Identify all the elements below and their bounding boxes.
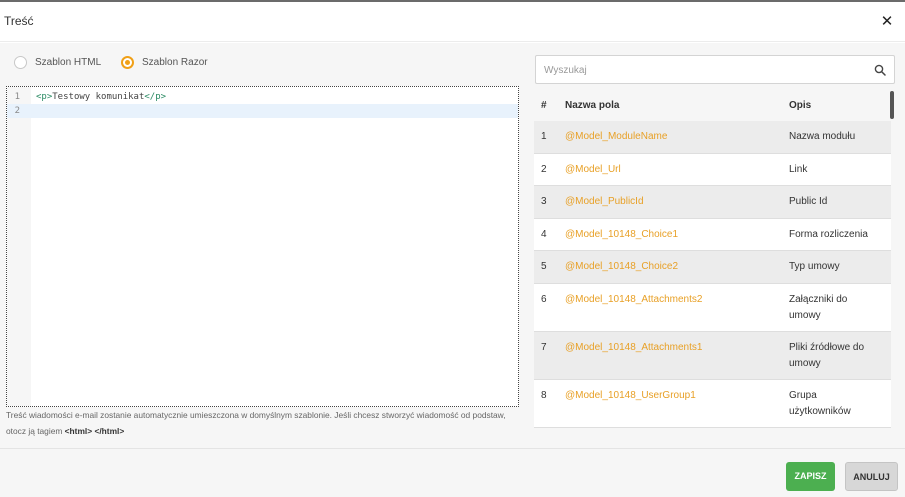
field-name[interactable]: @Model_Url: [565, 162, 621, 178]
table-row[interactable]: 4 @Model_10148_Choice1 Forma rozliczenia: [534, 219, 891, 251]
code-tag-close: </p>: [144, 92, 167, 102]
header-number: #: [541, 100, 547, 111]
search-icon[interactable]: [874, 64, 886, 76]
row-number: 2: [541, 164, 547, 175]
table-row[interactable]: 5 @Model_10148_Choice2 Typ umowy: [534, 251, 891, 284]
field-name[interactable]: @Model_10148_UserGroup1: [565, 388, 696, 404]
table-row[interactable]: 1 @Model_ModuleName Nazwa modułu: [534, 121, 891, 154]
dialog-body: Szablon HTML Szablon Razor 1 <p>Testowy …: [0, 43, 905, 448]
field-name[interactable]: @Model_10148_Attachments1: [565, 340, 702, 356]
field-description: Pliki źródłowe do umowy: [789, 342, 865, 369]
table-row[interactable]: 8 @Model_10148_UserGroup1 Grupa użytkown…: [534, 380, 891, 428]
fields-table: # Nazwa pola Opis 1 @Model_ModuleName Na…: [534, 90, 891, 432]
field-description: Forma rozliczenia: [789, 229, 868, 240]
radio-html-template[interactable]: Szablon HTML: [14, 56, 101, 69]
row-number: 5: [541, 261, 547, 272]
cancel-button[interactable]: ANULUJ: [845, 462, 898, 491]
table-row[interactable]: 2 @Model_Url Link: [534, 154, 891, 186]
field-name[interactable]: @Model_10148_Choice2: [565, 259, 678, 275]
radio-circle-razor[interactable]: [121, 56, 134, 69]
code-tag-open: <p>: [36, 92, 53, 102]
field-name[interactable]: @Model_PublicId: [565, 194, 644, 210]
code-editor[interactable]: 1 <p>Testowy komunikat</p> 2: [6, 86, 519, 407]
field-name[interactable]: @Model_10148_Attachments2: [565, 292, 702, 308]
dialog-header: Treść ✕: [0, 2, 905, 42]
radio-label-razor: Szablon Razor: [142, 57, 208, 68]
header-field-name: Nazwa pola: [565, 100, 620, 111]
search-input[interactable]: [544, 63, 864, 77]
dialog-footer: ZAPISZ ANULUJ: [0, 448, 905, 497]
radio-label-html: Szablon HTML: [35, 57, 102, 68]
search-box[interactable]: [535, 55, 895, 84]
code-content: Testowy komunikat: [52, 92, 145, 102]
field-description: Link: [789, 164, 808, 175]
field-description: Nazwa modułu: [789, 131, 856, 142]
table-header: # Nazwa pola Opis: [534, 90, 891, 121]
field-description: Grupa użytkowników: [789, 390, 851, 417]
field-description: Typ umowy: [789, 261, 840, 272]
radio-razor-template[interactable]: Szablon Razor: [121, 56, 208, 69]
code-line[interactable]: 1 <p>Testowy komunikat</p>: [7, 90, 518, 104]
hint-tags: <html> </html>: [64, 426, 125, 436]
field-name[interactable]: @Model_ModuleName: [565, 129, 667, 145]
row-number: 3: [541, 196, 547, 207]
row-number: 4: [541, 229, 547, 240]
table-row[interactable]: 3 @Model_PublicId Public Id: [534, 186, 891, 219]
close-icon[interactable]: ✕: [880, 14, 894, 29]
table-row[interactable]: 6 @Model_10148_Attachments2 Załączniki d…: [534, 284, 891, 332]
editor-gutter: [7, 87, 31, 406]
line-number: 1: [14, 92, 20, 102]
editor-hint: Treść wiadomości e-mail zostanie automat…: [6, 407, 521, 439]
dialog-title: Treść: [4, 14, 34, 28]
code-text: <p>Testowy komunikat</p>: [36, 90, 166, 104]
radio-circle-html[interactable]: [14, 56, 27, 69]
row-number: 8: [541, 390, 547, 401]
line-number: 2: [14, 106, 20, 116]
field-description: Załączniki do umowy: [789, 294, 848, 321]
save-button[interactable]: ZAPISZ: [786, 462, 835, 491]
row-number: 1: [541, 131, 547, 142]
code-line-active[interactable]: 2: [7, 104, 518, 118]
row-number: 7: [541, 342, 547, 353]
field-name[interactable]: @Model_10148_Choice1: [565, 227, 678, 243]
field-description: Public Id: [789, 196, 828, 207]
table-scrollbar[interactable]: [890, 91, 894, 119]
header-description: Opis: [789, 100, 812, 111]
row-number: 6: [541, 294, 547, 305]
table-row[interactable]: 7 @Model_10148_Attachments1 Pliki źródło…: [534, 332, 891, 380]
